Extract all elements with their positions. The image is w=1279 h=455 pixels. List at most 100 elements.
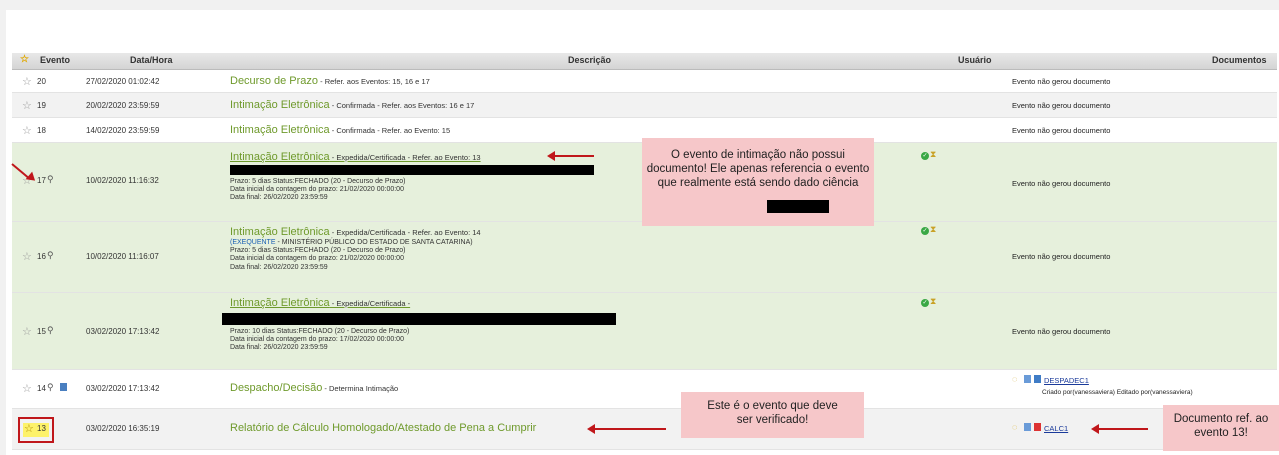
event-number: 15 (37, 327, 46, 336)
red-arrow-icon (1091, 424, 1148, 434)
star-icon[interactable]: ☆ (22, 382, 32, 395)
red-arrow-icon (587, 424, 666, 434)
table-row: ☆ 20 27/02/2020 01:02:42 Decurso de Praz… (12, 70, 1277, 93)
event-number: 17 (37, 176, 46, 185)
star-icon[interactable]: ☆ (20, 54, 29, 65)
pdf-icon[interactable] (1034, 423, 1041, 431)
document-link-calc1[interactable]: CALC1 (1044, 424, 1068, 433)
document-icon[interactable] (60, 383, 67, 391)
event-date: 03/02/2020 17:13:42 (86, 327, 160, 336)
header-datahora[interactable]: Data/Hora (130, 55, 173, 65)
annotation-note-evento: Este é o evento que deve ser verificado! (681, 392, 864, 438)
table-header: ☆ Evento Data/Hora Descrição Usuário Doc… (12, 53, 1277, 70)
star-icon[interactable]: ☆ (22, 325, 32, 338)
table-row: ☆ 14 ⚲ 03/02/2020 17:13:42 Despacho/Deci… (12, 370, 1277, 409)
event-details: Prazo: 5 dias Status:FECHADO (20 - Decur… (230, 178, 405, 203)
header-usuario[interactable]: Usuário (958, 55, 992, 65)
event-docs: Evento não gerou documento (1012, 77, 1111, 86)
party-name: - MINISTÉRIO PÚBLICO DO ESTADO DE SANTA … (275, 239, 473, 246)
redaction-bar (230, 165, 594, 175)
detail-line: Data inicial da contagem do prazo: 21/02… (230, 255, 404, 263)
event-title-text: Intimação Eletrônica (230, 226, 330, 238)
event-subtitle: - Determina Intimação (322, 384, 399, 393)
header-documentos[interactable]: Documentos (1212, 55, 1267, 65)
star-icon[interactable]: ☆ (24, 422, 34, 435)
table-row: ☆ 16 ⚲ 10/02/2020 11:16:07 Intimação Ele… (12, 222, 1277, 293)
star-icon[interactable]: ☆ (22, 99, 32, 112)
detail-line: Prazo: 5 dias Status:FECHADO (20 - Decur… (230, 178, 406, 185)
detail-line: Data final: 26/02/2020 23:59:59 (230, 194, 328, 202)
magnifier-icon[interactable]: ⚲ (47, 174, 54, 185)
star-icon[interactable]: ☆ (22, 250, 32, 263)
document-note: Criado por(vanessaviera) Editado por(van… (1042, 389, 1193, 396)
check-icon: ✓ (921, 227, 929, 235)
event-subtitle: - Confirmada - Refer. ao Evento: 15 (329, 126, 451, 135)
event-date: 03/02/2020 17:13:42 (86, 384, 160, 393)
event-docs: Evento não gerou documento (1012, 252, 1111, 261)
magnifier-icon[interactable]: ⚲ (47, 325, 54, 336)
highlight-box: ☆ 13 (18, 417, 54, 443)
event-date: 10/02/2020 11:16:07 (86, 252, 159, 261)
event-date: 27/02/2020 01:02:42 (86, 77, 160, 86)
check-icon: ✓ (921, 152, 929, 160)
event-subtitle: - Confirmada - Refer. aos Eventos: 16 e … (329, 101, 475, 110)
header-evento[interactable]: Evento (40, 55, 70, 65)
star-icon[interactable]: ☆ (22, 75, 32, 88)
event-date: 10/02/2020 11:16:32 (86, 176, 159, 185)
event-title: Intimação Eletrônica - Confirmada - Refe… (230, 124, 450, 136)
hourglass-icon: ⧗ (930, 149, 937, 159)
detail-line: Data inicial da contagem do prazo: 17/02… (230, 336, 404, 344)
document-link-despadec1[interactable]: DESPADEC1 (1044, 376, 1089, 385)
annotation-text: Este é o evento que deve ser verificado! (707, 400, 838, 426)
annotation-text: O evento de intimação não possui documen… (646, 149, 870, 189)
event-number: 13 (37, 424, 46, 433)
check-icon: ✓ (921, 299, 929, 307)
hourglass-icon: ⧗ (930, 224, 937, 234)
event-details: Prazo: 10 dias Status:FECHADO (20 - Decu… (230, 328, 409, 353)
event-details: (EXEQUENTE - MINISTÉRIO PÚBLICO DO ESTAD… (230, 239, 473, 272)
hourglass-icon: ⧗ (930, 296, 937, 306)
event-number: 18 (37, 126, 46, 135)
event-title[interactable]: Intimação Eletrônica - Expedida/Certific… (230, 226, 481, 238)
event-title-text: Decurso de Prazo (230, 75, 319, 87)
event-title-text: Intimação Eletrônica (230, 297, 330, 309)
annotation-note-documento: Documento ref. ao evento 13! (1163, 405, 1279, 451)
event-title: Decurso de Prazo - Refer. aos Eventos: 1… (230, 75, 430, 87)
event-title: Relatório de Cálculo Homologado/Atestado… (230, 422, 537, 434)
magnifier-icon[interactable]: ⚲ (47, 382, 54, 393)
lightbulb-icon[interactable]: ◌ (1012, 374, 1017, 384)
event-docs: Evento não gerou documento (1012, 126, 1111, 135)
event-title[interactable]: Intimação Eletrônica - Expedida/Certific… (230, 151, 481, 163)
document-icon[interactable] (1024, 375, 1031, 383)
detail-line: Prazo: 5 dias Status:FECHADO (20 - Decur… (230, 247, 406, 255)
event-title[interactable]: Intimação Eletrônica - Expedida/Certific… (230, 297, 410, 309)
table-row: ☆ 19 20/02/2020 23:59:59 Intimação Eletr… (12, 93, 1277, 118)
annotation-text: Documento ref. ao evento 13! (1173, 413, 1269, 439)
detail-line: Data inicial da contagem do prazo: 21/02… (230, 186, 404, 194)
event-title-text: Intimação Eletrônica (230, 99, 330, 111)
lightbulb-icon[interactable]: ◌ (1012, 422, 1017, 432)
event-date: 20/02/2020 23:59:59 (86, 101, 160, 110)
redaction-bar (767, 200, 829, 213)
party-role: (EXEQUENTE (230, 239, 276, 246)
red-arrow-icon (547, 151, 594, 161)
event-number: 19 (37, 101, 46, 110)
star-icon[interactable]: ☆ (22, 124, 32, 137)
magnifier-icon[interactable]: ⚲ (47, 250, 54, 261)
document-icon[interactable] (1024, 423, 1031, 431)
event-number: 16 (37, 252, 46, 261)
event-title: Despacho/Decisão - Determina Intimação (230, 382, 398, 394)
annotation-note-intimacao: O evento de intimação não possui documen… (642, 138, 874, 226)
event-date: 03/02/2020 16:35:19 (86, 424, 160, 433)
event-title-text: Intimação Eletrônica (230, 124, 330, 136)
event-title-text: Intimação Eletrônica (230, 151, 330, 163)
document-icon[interactable] (1034, 375, 1041, 383)
header-descricao[interactable]: Descrição (568, 55, 611, 65)
party-line: (EXEQUENTE - MINISTÉRIO PÚBLICO DO ESTAD… (230, 239, 473, 247)
detail-line: Data final: 26/02/2020 23:59:59 (230, 344, 328, 352)
event-docs: Evento não gerou documento (1012, 327, 1111, 336)
redaction-bar (222, 313, 616, 325)
event-date: 14/02/2020 23:59:59 (86, 126, 160, 135)
event-title: Intimação Eletrônica - Confirmada - Refe… (230, 99, 474, 111)
event-number: 14 (37, 384, 46, 393)
